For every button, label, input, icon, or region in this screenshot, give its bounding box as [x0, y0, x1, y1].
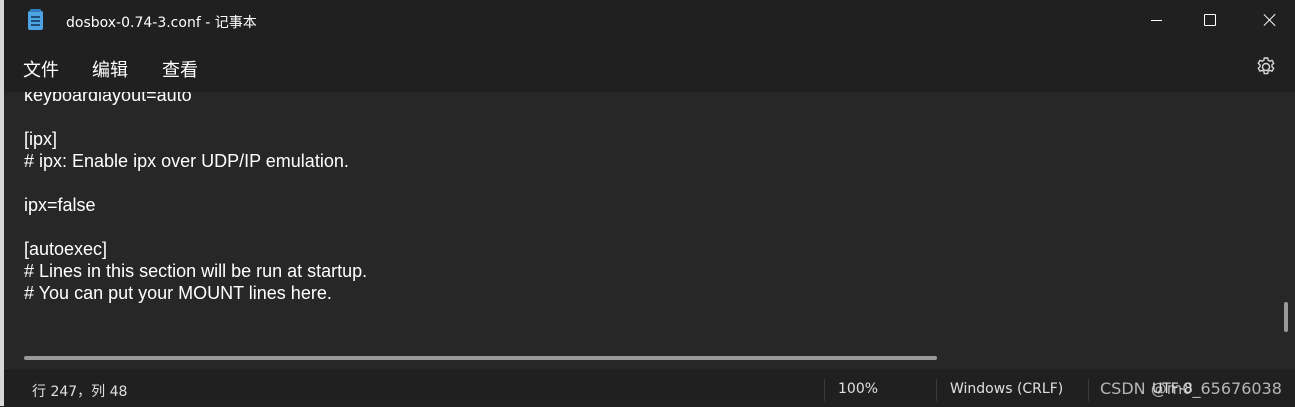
status-divider	[936, 379, 937, 401]
editor-line: ipx=false	[24, 195, 96, 215]
editor-line: [ipx]	[24, 129, 58, 149]
menu-view[interactable]: 查看	[162, 56, 198, 82]
editor-line: # You can put your MOUNT lines here.	[24, 283, 332, 303]
editor-line: [autoexec]	[24, 239, 108, 259]
notepad-icon	[28, 9, 43, 30]
editor-line: # Lines in this section will be run at s…	[24, 261, 368, 281]
text-editor[interactable]: keyboardlayout=auto [ipx] # ipx: Enable …	[4, 92, 1295, 368]
gear-icon[interactable]	[1254, 55, 1278, 79]
menu-bar: 文件 编辑 查看	[4, 42, 1295, 92]
minimize-button[interactable]	[1131, 0, 1181, 40]
window-title: dosbox-0.74-3.conf - 记事本	[66, 15, 257, 31]
editor-line: # ipx: Enable ipx over UDP/IP emulation.	[24, 151, 349, 171]
status-divider	[1088, 379, 1089, 401]
close-button[interactable]	[1245, 0, 1295, 40]
maximize-button[interactable]	[1185, 0, 1235, 40]
title-bar[interactable]: dosbox-0.74-3.conf - 记事本	[4, 0, 1295, 42]
menu-file[interactable]: 文件	[23, 56, 59, 82]
cursor-position: 行 247，列 48	[32, 384, 128, 400]
watermark: CSDN @m0_65676038	[1100, 379, 1282, 398]
vertical-scrollbar[interactable]	[1284, 302, 1288, 332]
zoom-level[interactable]: 100%	[838, 381, 878, 397]
minimize-icon	[1150, 19, 1162, 21]
horizontal-scrollbar[interactable]	[24, 356, 937, 360]
close-icon	[1264, 14, 1276, 26]
status-divider	[824, 379, 825, 401]
notepad-window: dosbox-0.74-3.conf - 记事本 文件 编辑 查看 keyboa…	[0, 0, 1295, 407]
menu-edit[interactable]: 编辑	[92, 56, 128, 82]
editor-line: keyboardlayout=auto	[24, 92, 192, 105]
maximize-icon	[1204, 14, 1216, 26]
line-ending[interactable]: Windows (CRLF)	[950, 381, 1063, 397]
